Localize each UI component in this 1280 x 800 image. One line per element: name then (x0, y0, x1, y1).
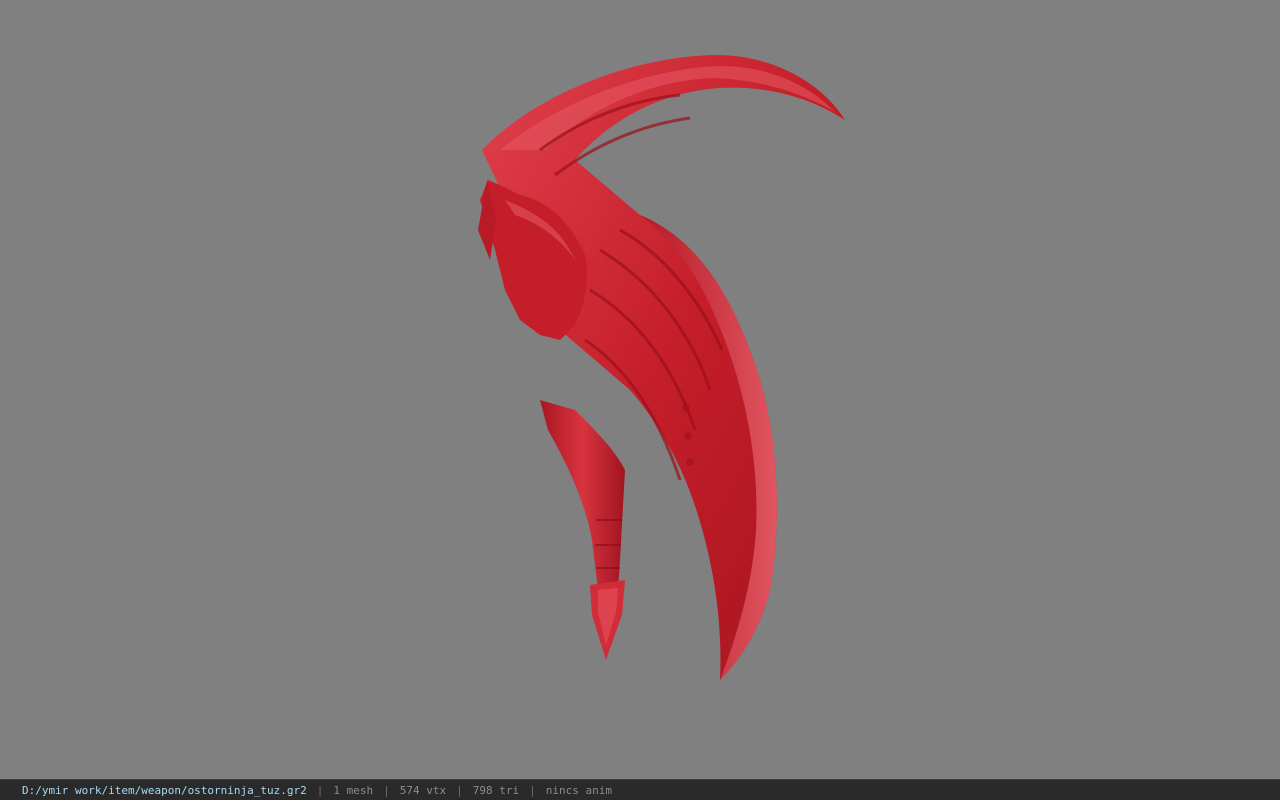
weapon-handle (540, 400, 625, 590)
status-separator: | (456, 783, 463, 797)
status-bar: D:/ymir work/item/weapon/ostorninja_tuz.… (0, 779, 1280, 800)
status-separator: | (529, 783, 536, 797)
animation-status: nincs anim (545, 783, 612, 797)
mesh-count: 1 mesh (333, 783, 374, 797)
vertex-count: 574 vtx (399, 783, 447, 797)
status-separator: | (316, 783, 324, 797)
red-scythe-blade-model[interactable] (0, 0, 1280, 779)
status-separator: | (383, 783, 390, 797)
file-path: D:/ymir work/item/weapon/ostorninja_tuz.… (22, 783, 307, 797)
3d-viewport[interactable] (0, 0, 1280, 779)
triangle-count: 798 tri (472, 783, 520, 797)
